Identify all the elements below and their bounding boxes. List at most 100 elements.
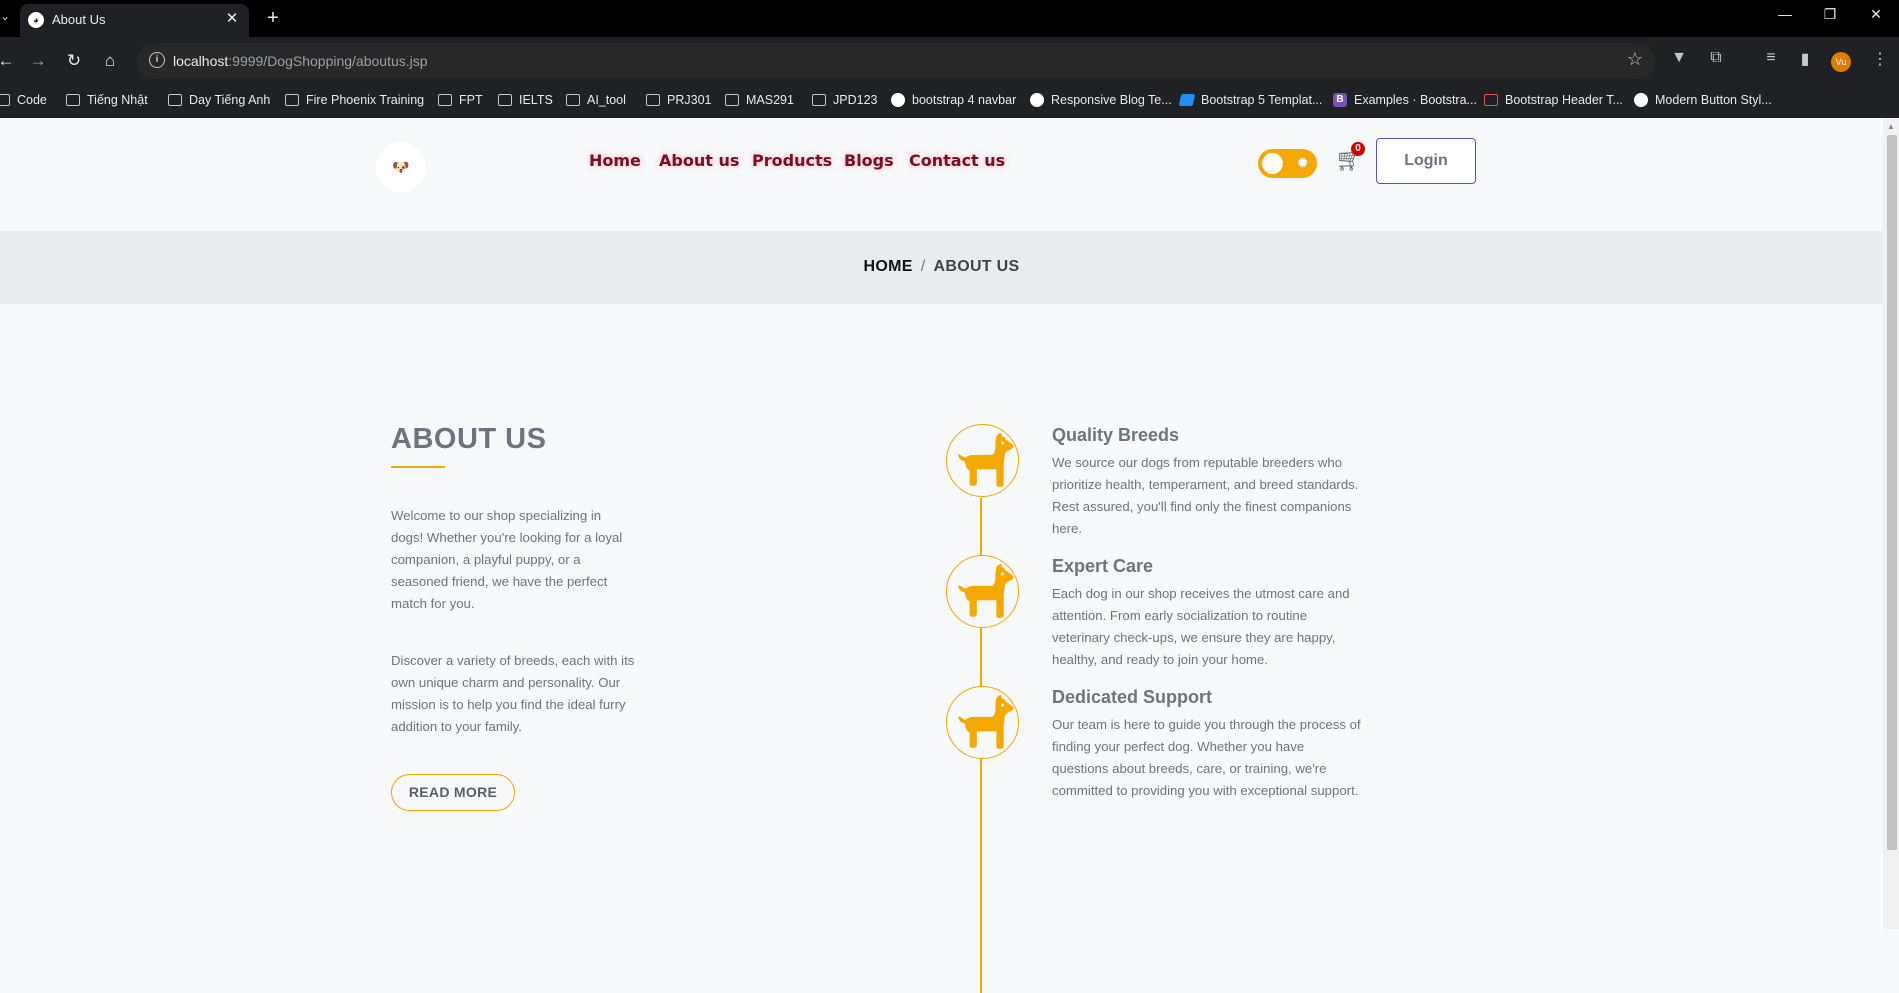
bookmark-label: MAS291 (746, 93, 794, 107)
extensions-puzzle-icon[interactable]: ⧉ (1705, 49, 1727, 67)
about-paragraph-2: Discover a variety of breeds, each with … (391, 653, 635, 734)
breadcrumb-home[interactable]: HOME (864, 258, 913, 275)
bookmark-label: Tiếng Nhật (87, 93, 148, 107)
back-icon[interactable]: ← (0, 49, 18, 73)
folder-icon (646, 94, 660, 106)
bookmark-label: AI_tool (587, 93, 626, 107)
bookmarks-bar: Code Tiếng Nhật Day Tiếng Anh Fire Phoen… (0, 85, 1899, 118)
window-close-icon[interactable]: ✕ (1864, 6, 1888, 23)
media-queue-icon[interactable]: ≡ (1760, 49, 1782, 67)
dog-icon (946, 686, 1019, 759)
folder-icon (285, 94, 299, 106)
bookmark-item[interactable]: Bootstrap 5 Templat... (1178, 93, 1323, 107)
nav-home[interactable]: Home (589, 151, 641, 170)
nav-blogs[interactable]: Blogs (844, 151, 894, 170)
bookmark-item[interactable]: MAS291 (725, 93, 794, 107)
page-viewport: 🐶 Home About us Products Blogs Contact u… (0, 118, 1883, 993)
new-tab-icon[interactable]: + (262, 7, 284, 30)
sun-icon: ✹ (1296, 155, 1309, 172)
tab-search-icon[interactable]: ⌄ (0, 9, 10, 27)
forward-icon[interactable]: → (26, 49, 50, 73)
folder-icon (566, 94, 580, 106)
bookmark-item[interactable]: Bootstrap Header T... (1484, 93, 1623, 107)
cart-count-badge: 0 (1351, 142, 1365, 156)
restore-icon[interactable]: ❐ (1818, 6, 1842, 23)
extension-vpn-icon[interactable]: ▼ (1668, 49, 1690, 67)
browser-tab-bar: ⌄ ◕ About Us ✕ + — ❐ ✕ (0, 0, 1899, 37)
breadcrumb-separator: / (920, 258, 926, 275)
about-title: ABOUT US (391, 423, 547, 455)
bookmark-label: Responsive Blog Te... (1051, 93, 1172, 107)
site-favicon-icon: ◕ (28, 12, 44, 28)
bookmark-item[interactable]: Responsive Blog Te... (1030, 93, 1172, 107)
page-scrollbar[interactable]: ▲ (1883, 118, 1899, 929)
bookmark-item[interactable]: B Examples · Bootstra... (1333, 93, 1477, 107)
address-bar[interactable]: i localhost:9999/DogShopping/aboutus.jsp… (137, 43, 1655, 79)
site-info-icon[interactable]: i (149, 52, 165, 68)
bookmark-item[interactable]: JPD123 (812, 93, 877, 107)
folder-icon (0, 94, 10, 106)
feature-desc-expert-care: Each dog in our shop receives the utmost… (1052, 586, 1350, 667)
bookmark-label: Code (17, 93, 47, 107)
feature-desc-dedicated-support: Our team is here to guide you through th… (1052, 717, 1361, 798)
folder-icon (498, 94, 512, 106)
url-path: :9999/DogShopping/aboutus.jsp (228, 53, 428, 69)
bookmark-label: JPD123 (833, 93, 878, 107)
bookmark-label: Examples · Bootstra... (1354, 93, 1477, 107)
site-icon (1484, 94, 1498, 106)
url-host: localhost (173, 53, 229, 69)
breadcrumb: HOME / ABOUT US (0, 258, 1883, 276)
bookmark-label: bootstrap 4 navbar (912, 93, 1017, 107)
close-tab-icon[interactable]: ✕ (223, 10, 241, 28)
site-logo[interactable]: 🐶 (376, 142, 426, 192)
bookmark-label: Bootstrap 5 Templat... (1201, 93, 1323, 107)
bookmark-item[interactable]: bootstrap 4 navbar (891, 93, 1016, 107)
bookmark-item[interactable]: IELTS (498, 93, 553, 107)
scroll-up-icon[interactable]: ▲ (1887, 122, 1895, 131)
nav-contact-us[interactable]: Contact us (909, 151, 1005, 170)
reload-icon[interactable]: ↻ (62, 49, 86, 73)
folder-icon (66, 94, 80, 106)
folder-icon (438, 94, 452, 106)
bookmark-item[interactable]: AI_tool (566, 93, 626, 107)
profile-avatar[interactable]: Vu (1831, 52, 1851, 72)
bookmark-item[interactable]: Modern Button Styl... (1634, 93, 1772, 107)
bookmark-label: Modern Button Styl... (1655, 93, 1772, 107)
toggle-knob (1262, 153, 1283, 174)
bookmark-label: Fire Phoenix Training (306, 93, 425, 107)
browser-tab-active[interactable]: ◕ About Us ✕ (20, 4, 249, 37)
bookmark-label: PRJ301 (667, 93, 712, 107)
site-icon (891, 93, 905, 107)
read-more-button[interactable]: READ MORE (391, 774, 515, 811)
feature-title-expert-care: Expert Care (1052, 556, 1154, 576)
browser-menu-icon[interactable]: ⋮ (1869, 49, 1891, 69)
folder-icon (168, 94, 182, 106)
feature-title-dedicated-support: Dedicated Support (1052, 687, 1213, 707)
side-panel-icon[interactable]: ▮ (1794, 49, 1816, 69)
home-icon[interactable]: ⌂ (98, 49, 122, 73)
bookmark-item[interactable]: PRJ301 (646, 93, 711, 107)
bookmark-label: IELTS (519, 93, 553, 107)
folder-icon (725, 94, 739, 106)
theme-toggle[interactable]: ✹ (1258, 149, 1317, 178)
site-icon (1178, 94, 1196, 106)
nav-about-us[interactable]: About us (659, 151, 739, 170)
bookmark-item[interactable]: Tiếng Nhật (66, 93, 148, 107)
bookmark-item[interactable]: Code (0, 93, 47, 107)
bookmark-item[interactable]: Day Tiếng Anh (168, 93, 270, 107)
feature-title-quality-breeds: Quality Breeds (1052, 425, 1180, 445)
bookmark-label: Bootstrap Header T... (1505, 93, 1623, 107)
breadcrumb-band: HOME / ABOUT US (0, 231, 1883, 304)
bookmark-item[interactable]: Fire Phoenix Training (285, 93, 424, 107)
site-icon (1634, 93, 1648, 107)
scroll-thumb[interactable] (1887, 135, 1897, 850)
bookmark-star-icon[interactable]: ☆ (1627, 49, 1643, 70)
dog-icon (946, 424, 1019, 497)
bookmark-item[interactable]: FPT (438, 93, 483, 107)
site-header: 🐶 Home About us Products Blogs Contact u… (0, 118, 1883, 214)
url-text[interactable]: localhost:9999/DogShopping/aboutus.jsp (173, 53, 428, 69)
login-button[interactable]: Login (1376, 138, 1476, 184)
nav-products[interactable]: Products (752, 151, 832, 170)
minimize-icon[interactable]: — (1773, 6, 1797, 22)
breadcrumb-current: ABOUT US (933, 258, 1020, 275)
